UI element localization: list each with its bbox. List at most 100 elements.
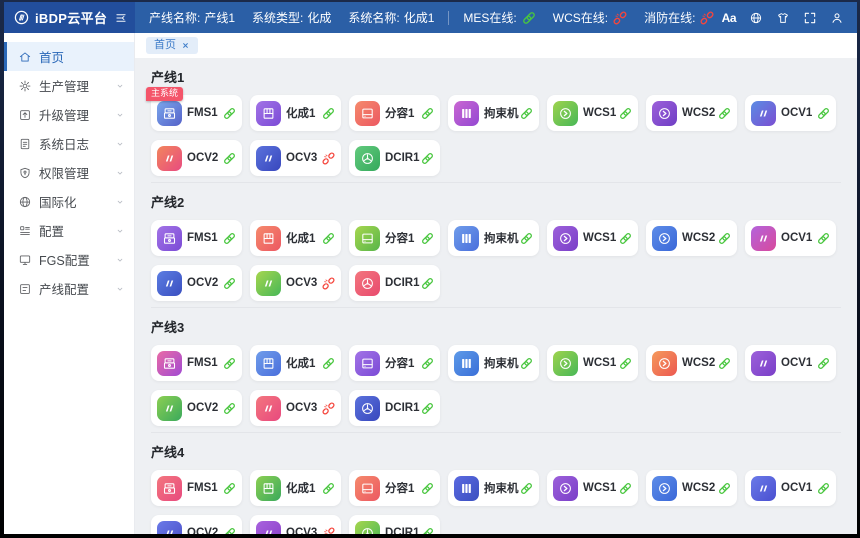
link-online-icon[interactable] [619,482,632,495]
system-card[interactable]: OCV2 [151,515,242,534]
link-online-icon[interactable] [223,152,236,165]
link-online-icon[interactable] [223,232,236,245]
system-card[interactable]: OCV1 [745,220,836,256]
link-online-icon[interactable] [421,232,434,245]
link-online-icon[interactable] [421,107,434,120]
link-online-icon[interactable] [520,107,533,120]
link-broken-icon[interactable] [322,527,335,535]
link-online-icon[interactable] [421,482,434,495]
system-card[interactable]: 分容1 [349,220,440,256]
system-card[interactable]: 拘束机 [448,95,539,131]
system-card[interactable]: 拘束机 [448,220,539,256]
sidebar-item-shield[interactable]: 权限管理 [4,158,134,187]
sidebar-item-globe[interactable]: 国际化 [4,187,134,216]
system-card[interactable]: WCS2 [646,220,737,256]
link-online-icon[interactable] [817,482,830,495]
link-online-icon[interactable] [718,232,731,245]
system-card[interactable]: 分容1 [349,95,440,131]
system-card[interactable]: 拘束机 [448,470,539,506]
system-card[interactable]: 化成1 [250,345,341,381]
link-online-icon[interactable] [421,357,434,370]
system-card[interactable]: 化成1 [250,470,341,506]
link-online-icon[interactable] [718,482,731,495]
menu-fold-icon[interactable] [114,11,128,25]
header-info-field: 系统名称:化成1 [348,9,434,26]
sidebar-item-lineconfig[interactable]: 产线配置 [4,274,134,303]
system-card[interactable]: WCS1 [547,345,638,381]
link-online-icon[interactable] [619,107,632,120]
link-online-icon[interactable] [322,232,335,245]
header-tool-language-icon[interactable] [749,11,763,25]
system-card[interactable]: WCS2 [646,345,737,381]
cabinet-icon [256,101,281,126]
link-online-icon[interactable] [817,357,830,370]
header-tool-fullscreen-icon[interactable] [803,11,817,25]
sidebar-item-upgrade[interactable]: 升级管理 [4,100,134,129]
link-online-icon[interactable] [223,277,236,290]
link-online-icon[interactable] [223,402,236,415]
system-card[interactable]: OCV3 [250,265,341,301]
system-card[interactable]: OCV1 [745,95,836,131]
link-online-icon[interactable] [421,402,434,415]
system-card[interactable]: 分容1 [349,345,440,381]
link-online-icon[interactable] [322,357,335,370]
system-card[interactable]: DCIR1 [349,390,440,426]
link-online-icon[interactable] [718,357,731,370]
system-card[interactable]: 拘束机 [448,345,539,381]
link-online-icon[interactable] [223,107,236,120]
system-card[interactable]: OCV3 [250,390,341,426]
link-broken-icon[interactable] [322,402,335,415]
link-online-icon[interactable] [619,232,632,245]
system-card[interactable]: DCIR1 [349,515,440,534]
system-card[interactable]: OCV1 [745,345,836,381]
link-online-icon[interactable] [619,357,632,370]
tab-close-icon[interactable] [181,41,190,50]
sidebar-item-home[interactable]: 首页 [4,42,134,71]
system-card[interactable]: FMS1 [151,470,242,506]
system-card[interactable]: DCIR1 [349,140,440,176]
system-card[interactable]: DCIR1 [349,265,440,301]
link-online-icon[interactable] [223,482,236,495]
link-online-icon[interactable] [817,232,830,245]
system-card[interactable]: FMS1 [151,345,242,381]
system-card[interactable]: FMS1 [151,220,242,256]
header-tool-user-icon[interactable] [830,11,844,25]
sidebar-item-log[interactable]: 系统日志 [4,129,134,158]
system-card[interactable]: OCV3 [250,140,341,176]
system-card[interactable]: OCV2 [151,140,242,176]
link-broken-icon[interactable] [322,277,335,290]
link-online-icon[interactable] [322,107,335,120]
link-online-icon[interactable] [223,527,236,535]
system-card[interactable]: 分容1 [349,470,440,506]
system-card[interactable]: OCV1 [745,470,836,506]
link-online-icon[interactable] [421,527,434,535]
link-online-icon[interactable] [223,357,236,370]
system-card[interactable]: WCS1 [547,470,638,506]
system-card[interactable]: OCV2 [151,265,242,301]
system-card[interactable]: WCS2 [646,95,737,131]
header-divider [448,11,449,25]
link-online-icon[interactable] [718,107,731,120]
link-online-icon[interactable] [322,482,335,495]
system-card[interactable]: OCV2 [151,390,242,426]
link-online-icon[interactable] [421,277,434,290]
system-card[interactable]: WCS1 [547,220,638,256]
system-card[interactable]: WCS2 [646,470,737,506]
system-card[interactable]: WCS1 [547,95,638,131]
header-tool-theme-icon[interactable] [776,11,790,25]
system-card[interactable]: OCV3 [250,515,341,534]
sidebar-item-gear[interactable]: 生产管理 [4,71,134,100]
link-broken-icon[interactable] [322,152,335,165]
sidebar-item-monitor[interactable]: FGS配置 [4,245,134,274]
tab-home[interactable]: 首页 [146,37,198,54]
link-online-icon[interactable] [520,482,533,495]
link-online-icon[interactable] [520,357,533,370]
sidebar-item-config[interactable]: 配置 [4,216,134,245]
system-card[interactable]: 化成1 [250,95,341,131]
link-online-icon[interactable] [817,107,830,120]
system-card[interactable]: 化成1 [250,220,341,256]
link-online-icon[interactable] [421,152,434,165]
header-tool-font-size-icon[interactable]: Aa [722,11,736,25]
system-card[interactable]: 主系统FMS1 [151,95,242,131]
link-online-icon[interactable] [520,232,533,245]
